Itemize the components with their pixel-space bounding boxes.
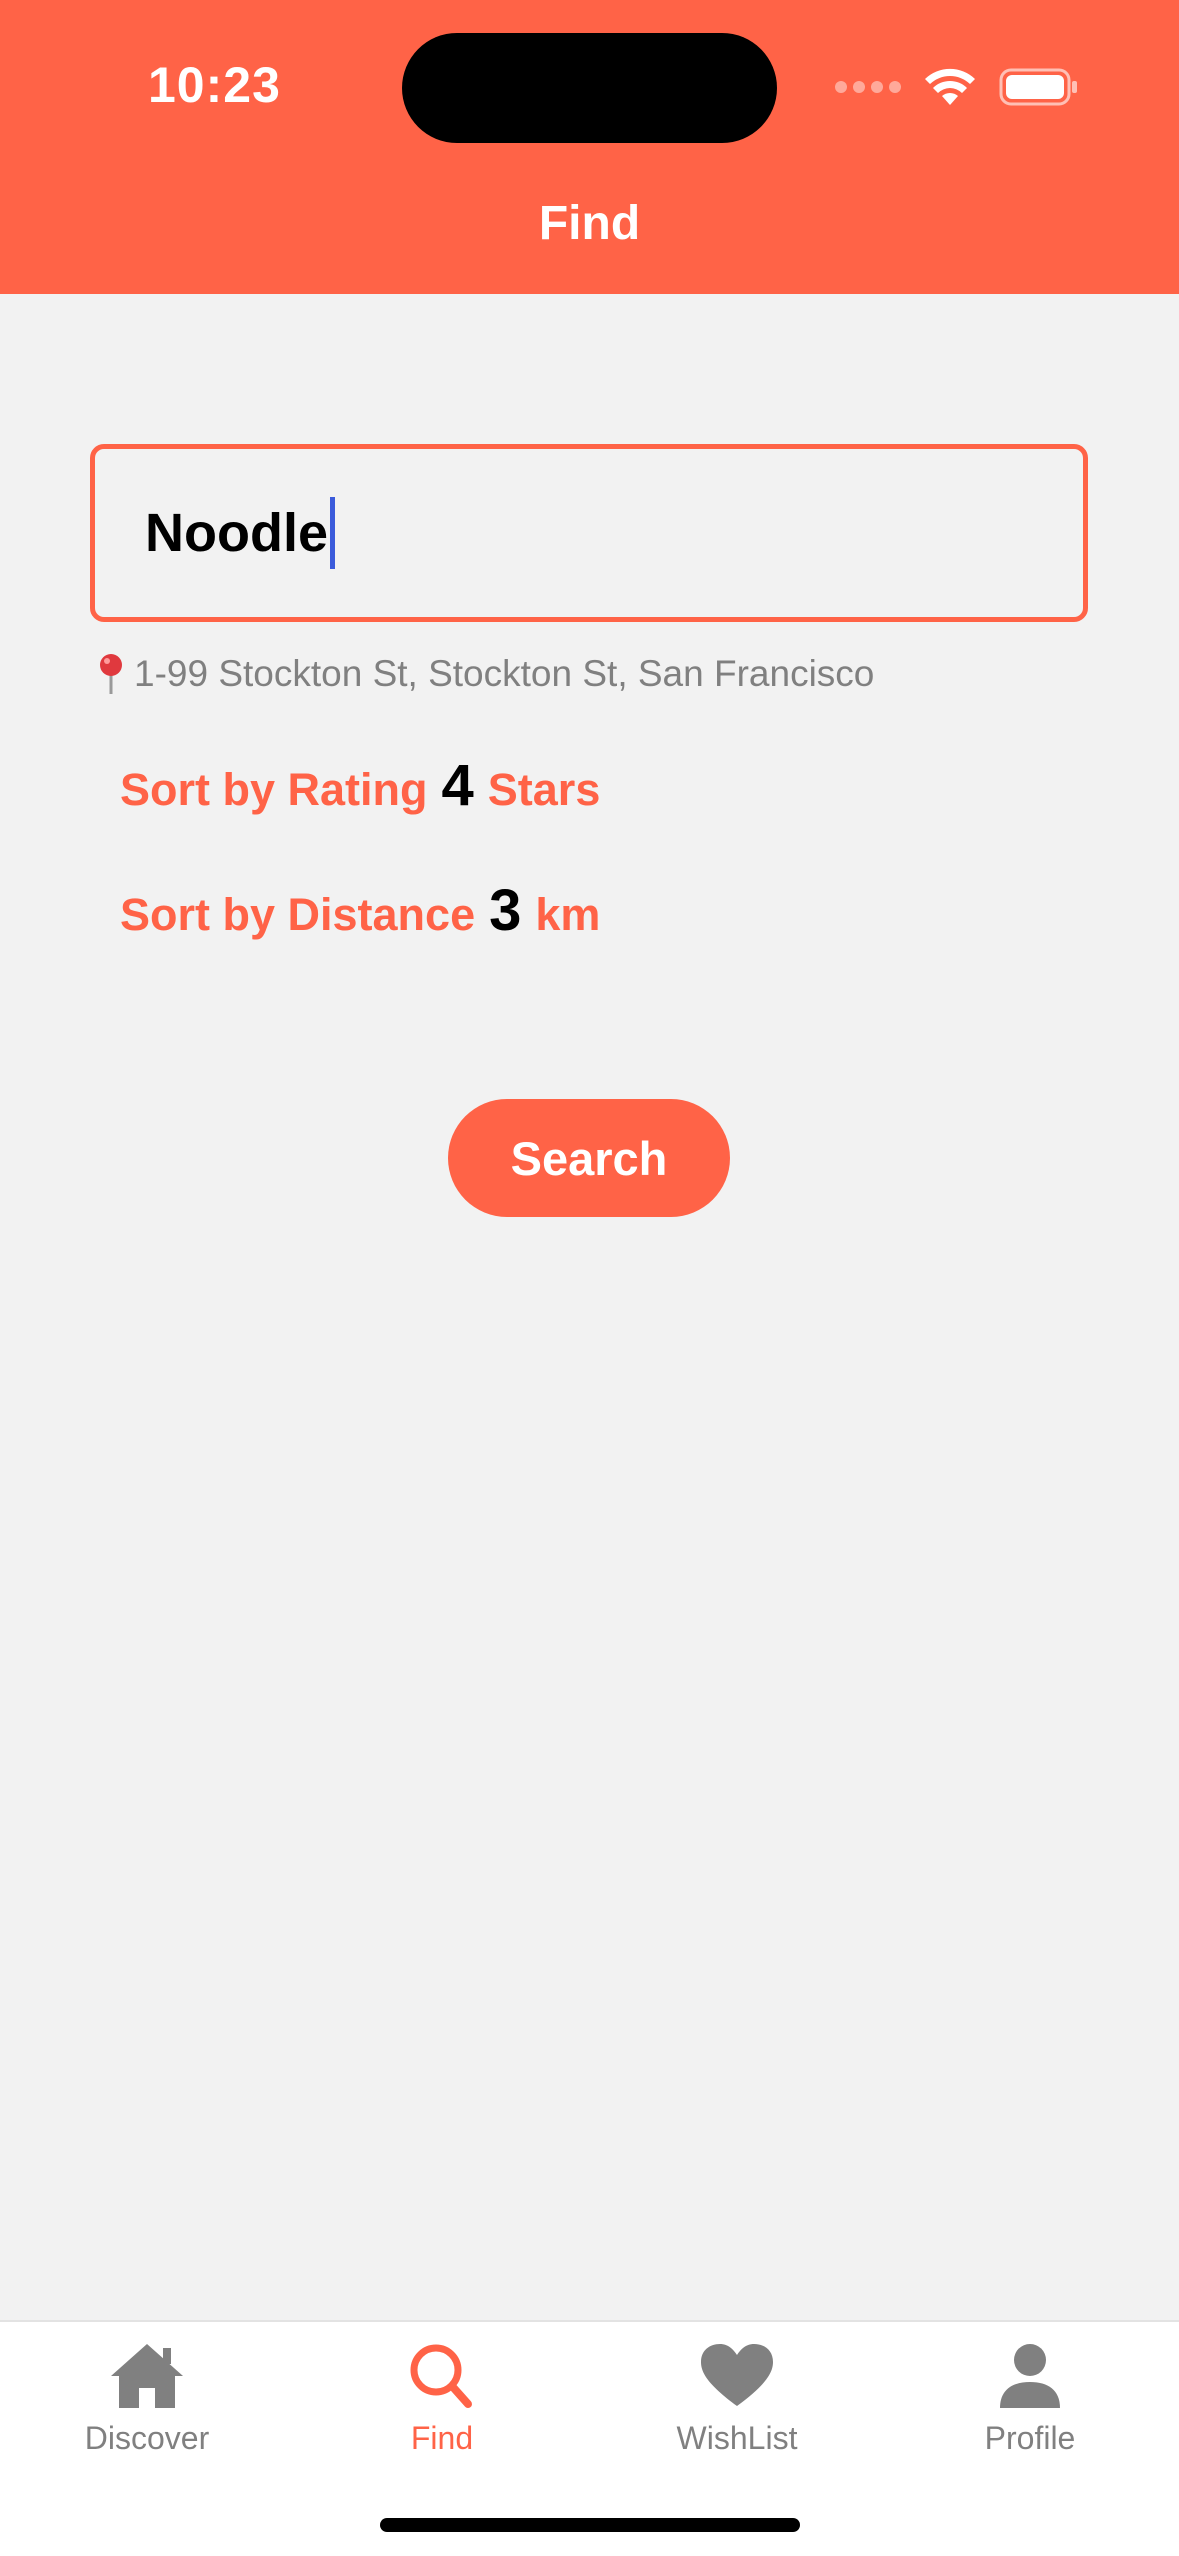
find-screen: 10:23 Find Noodle 1-99 Stockton St, Stoc… <box>0 0 1179 2556</box>
status-time: 10:23 <box>148 57 281 113</box>
home-icon <box>111 2344 183 2408</box>
sort-by-rating[interactable]: Sort by Rating 4 Stars <box>120 752 600 819</box>
tab-wishlist-label: WishList <box>676 2420 798 2456</box>
sort-by-distance[interactable]: Sort by Distance 3 km <box>120 877 600 944</box>
battery-icon <box>999 68 1077 106</box>
search-input-value: Noodle <box>145 503 328 563</box>
sort-distance-label: Sort by Distance <box>120 889 476 940</box>
sort-distance-unit: km <box>535 889 601 940</box>
wifi-icon <box>925 68 975 105</box>
location-address: 1-99 Stockton St, Stockton St, San Franc… <box>134 653 875 694</box>
cellular-signal-icon <box>835 81 901 93</box>
heart-icon <box>701 2344 773 2406</box>
tab-profile-label: Profile <box>984 2420 1076 2456</box>
location-row: 1-99 Stockton St, Stockton St, San Franc… <box>96 652 874 696</box>
tab-find-label: Find <box>410 2420 474 2456</box>
search-icon <box>410 2344 472 2408</box>
pin-icon <box>100 654 122 694</box>
tab-profile[interactable]: Profile <box>920 2340 1140 2457</box>
tab-discover[interactable]: Discover <box>37 2340 257 2457</box>
search-button[interactable]: Search <box>448 1099 730 1217</box>
sort-rating-unit: Stars <box>487 764 601 815</box>
search-input[interactable]: Noodle <box>90 444 1088 622</box>
home-indicator[interactable] <box>380 2518 800 2532</box>
sort-rating-value[interactable]: 4 <box>442 752 474 819</box>
tab-find[interactable]: Find <box>332 2340 552 2457</box>
page-title: Find <box>538 197 641 250</box>
text-caret <box>330 497 335 569</box>
dynamic-island <box>402 33 777 143</box>
sort-rating-label: Sort by Rating <box>120 764 428 815</box>
status-icons <box>835 62 1079 112</box>
tab-wishlist[interactable]: WishList <box>627 2340 847 2457</box>
sort-distance-value[interactable]: 3 <box>489 877 521 944</box>
header: 10:23 Find <box>0 0 1179 294</box>
tab-discover-label: Discover <box>84 2420 210 2456</box>
person-icon <box>1000 2344 1060 2408</box>
